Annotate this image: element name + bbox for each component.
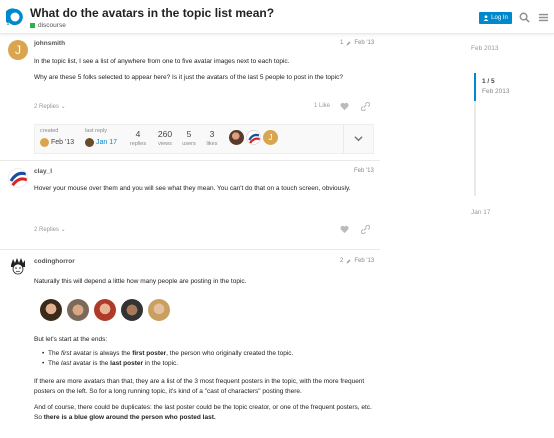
example-avatar: [121, 299, 143, 321]
bullet-item: The first avatar is always the first pos…: [42, 349, 372, 359]
clay-logo-icon: [9, 171, 27, 187]
heart-icon[interactable]: [340, 102, 349, 111]
post-paragraph: Why are these 5 folks selected to appear…: [34, 74, 343, 81]
category-name: discourse: [38, 22, 66, 29]
replies-toggle[interactable]: 2 Replies ⌄: [34, 226, 66, 233]
example-avatars: [40, 299, 170, 321]
post-separator: [0, 160, 380, 161]
last-reply-date: Jan 17: [96, 139, 118, 146]
search-icon[interactable]: [519, 12, 530, 23]
last-replier-avatar: [85, 138, 94, 147]
post-paragraph: But let's start at the ends:: [34, 336, 108, 343]
participant-avatar[interactable]: J: [263, 130, 278, 145]
site-header: What do the avatars in the topic list me…: [0, 0, 554, 34]
face-icon: [11, 258, 25, 275]
last-reply-info[interactable]: Jan 17: [85, 138, 117, 147]
replies-label: 2 Replies: [34, 227, 60, 233]
post-username[interactable]: codinghorror: [34, 258, 75, 265]
like-count[interactable]: 1 Like: [314, 103, 330, 109]
example-avatar: [148, 299, 170, 321]
heart-icon[interactable]: [340, 225, 349, 234]
participant-avatar[interactable]: [229, 130, 244, 145]
participant-avatar[interactable]: [246, 130, 261, 145]
post-username[interactable]: johnsmith: [34, 40, 65, 47]
post-paragraph: Hover your mouse over them and you will …: [34, 185, 351, 192]
category-color-square: [30, 23, 35, 28]
topic-title[interactable]: What do the avatars in the topic list me…: [30, 6, 274, 20]
post-date[interactable]: 1 Feb '13: [340, 40, 374, 46]
post-date[interactable]: 2 Feb '13: [340, 258, 374, 264]
creator-avatar: [40, 138, 49, 147]
timeline-end-date[interactable]: Jan 17: [471, 209, 491, 216]
post-paragraph: If there are more avatars than that, the…: [34, 378, 365, 395]
post-paragraph: In the topic list, I see a list of anywh…: [34, 58, 290, 65]
post-username[interactable]: clay_l: [34, 168, 52, 175]
avatar-clay_l[interactable]: [8, 168, 28, 188]
created-label: created: [40, 128, 59, 134]
post-number: 2: [340, 258, 344, 264]
timeline-position: 1 / 5: [482, 78, 495, 85]
timeline-handle[interactable]: [474, 73, 476, 101]
replies-toggle[interactable]: 2 Replies ⌄: [34, 103, 66, 110]
stat-replies-value: 4: [135, 129, 141, 139]
stat-likes-label: likes: [206, 141, 218, 147]
stat-replies-label: replies: [129, 141, 147, 147]
link-icon[interactable]: [361, 102, 370, 111]
post-separator: [0, 249, 380, 250]
post-paragraph: And of course, there could be duplicates…: [34, 404, 372, 421]
discourse-logo-icon[interactable]: [6, 8, 24, 26]
bullet-item: The last avatar is the last poster in th…: [42, 359, 372, 369]
timeline-current-date: Feb 2013: [482, 88, 510, 95]
post-number: 1: [340, 40, 344, 46]
category-badge[interactable]: discourse: [30, 22, 66, 29]
example-avatar: [67, 299, 89, 321]
created-info[interactable]: Feb '13: [40, 138, 74, 147]
timeline-track[interactable]: [474, 101, 476, 196]
bullet-list: The first avatar is always the first pos…: [42, 349, 372, 368]
link-icon[interactable]: [361, 225, 370, 234]
created-date: Feb '13: [51, 139, 75, 146]
timeline-start-date[interactable]: Feb 2013: [471, 45, 498, 52]
hamburger-menu-icon[interactable]: [538, 12, 549, 23]
post-paragraph: Naturally this will depend a little how …: [34, 278, 247, 285]
example-avatar: [94, 299, 116, 321]
post-date[interactable]: Feb '13: [354, 168, 374, 174]
divider: [343, 125, 344, 153]
avatar-codinghorror[interactable]: [8, 257, 28, 277]
last-reply-label: last reply: [85, 128, 108, 134]
topic-map: created Feb '13 last reply Jan 17 4 repl…: [34, 124, 374, 154]
stat-likes-value: 3: [209, 129, 215, 139]
user-icon: [483, 15, 489, 21]
pencil-icon: [346, 259, 351, 263]
chevron-down-icon[interactable]: [354, 134, 363, 143]
example-avatar: [40, 299, 62, 321]
replies-label: 2 Replies: [34, 104, 60, 110]
avatar-johnsmith[interactable]: J: [8, 40, 28, 60]
post-date-text: Feb '13: [354, 40, 375, 46]
login-label: Log In: [491, 15, 508, 21]
post-date-text: Feb '13: [354, 168, 374, 174]
login-button[interactable]: Log In: [479, 12, 512, 24]
post-date-text: Feb '13: [354, 258, 375, 264]
pencil-icon: [346, 41, 351, 45]
